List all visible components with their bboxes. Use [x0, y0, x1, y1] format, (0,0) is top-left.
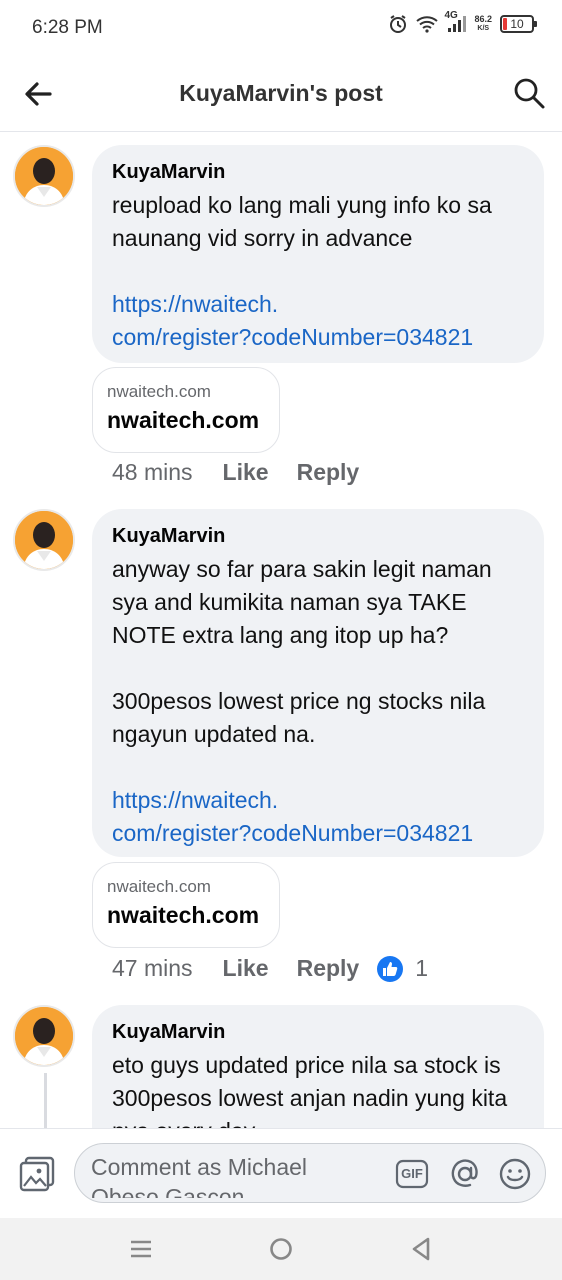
recent-apps-button[interactable] — [126, 1234, 156, 1264]
preview-title: nwaitech.com — [107, 407, 260, 433]
net-speed: 86.2 K/S — [474, 15, 492, 33]
emoji-button[interactable] — [497, 1156, 533, 1192]
alarm-icon — [388, 14, 408, 34]
menu-icon — [131, 1240, 151, 1258]
search-icon — [514, 78, 545, 109]
speed-unit: K/S — [477, 25, 490, 32]
comment-author[interactable]: KuyaMarvin — [112, 159, 524, 185]
comment-actions: 48 mins Like Reply — [112, 459, 387, 486]
reply-thread-line — [44, 1073, 47, 1128]
home-button[interactable] — [266, 1234, 296, 1264]
back-nav-button[interactable] — [406, 1234, 436, 1264]
link-preview[interactable]: nwaitech.com nwaitech.com — [92, 367, 280, 453]
battery-level: 10 — [510, 17, 524, 31]
comment-composer: Comment as Michael Obeso Gascon GIF — [0, 1128, 562, 1218]
preview-domain: nwaitech.com — [107, 382, 211, 401]
network-type: 4G — [444, 10, 458, 21]
reply-button[interactable]: Reply — [297, 955, 360, 982]
comment-placeholder[interactable]: Comment as Michael Obeso Gascon — [91, 1152, 381, 1198]
at-sign-icon — [451, 1159, 478, 1187]
status-bar: 6:28 PM 4G 86.2 K/S 10 — [0, 0, 562, 58]
comment-bubble[interactable]: KuyaMarvin anyway so far para sakin legi… — [92, 509, 544, 857]
speed-value: 86.2 — [474, 14, 492, 24]
like-button[interactable]: Like — [223, 459, 269, 486]
home-circle-icon — [270, 1238, 292, 1260]
comment-time[interactable]: 48 mins — [112, 459, 193, 486]
comment-input[interactable]: Comment as Michael Obeso Gascon GIF — [74, 1143, 546, 1203]
avatar[interactable] — [13, 145, 75, 207]
triangle-back-icon — [412, 1237, 430, 1261]
comment-text: reupload ko lang mali yung info ko sa na… — [112, 192, 499, 251]
comment-author[interactable]: KuyaMarvin — [112, 523, 524, 549]
avatar[interactable] — [13, 1005, 75, 1067]
status-time: 6:28 PM — [32, 17, 103, 38]
comment-link[interactable]: https://nwaitech. com/register?codeNumbe… — [112, 288, 524, 354]
signal-icon: 4G — [444, 10, 467, 34]
system-navigation-bar — [0, 1218, 562, 1280]
wifi-icon — [416, 15, 439, 33]
comment-link[interactable]: https://nwaitech. com/register?codeNumbe… — [112, 784, 524, 850]
photo-icon — [19, 1156, 55, 1192]
gif-label: GIF — [401, 1166, 423, 1181]
comment-bubble[interactable]: KuyaMarvin eto guys updated price nila s… — [92, 1005, 544, 1128]
preview-domain: nwaitech.com — [107, 877, 211, 896]
comment-time[interactable]: 47 mins — [112, 955, 193, 982]
comment-author[interactable]: KuyaMarvin — [112, 1019, 524, 1045]
preview-title: nwaitech.com — [107, 902, 260, 928]
mention-button[interactable] — [447, 1156, 483, 1192]
photo-button[interactable] — [18, 1155, 56, 1193]
header: KuyaMarvin's post — [0, 58, 562, 132]
reaction-count[interactable]: 1 — [415, 955, 428, 982]
battery-icon: 10 — [500, 15, 537, 33]
like-button[interactable]: Like — [223, 955, 269, 982]
status-icons: 4G 86.2 K/S 10 — [388, 10, 537, 34]
page-title: KuyaMarvin's post — [179, 80, 383, 106]
comments-feed[interactable]: KuyaMarvin reupload ko lang mali yung in… — [0, 133, 562, 1128]
comment-text: anyway so far para sakin legit naman sya… — [112, 556, 492, 747]
avatar[interactable] — [13, 509, 75, 571]
comment-actions: 47 mins Like Reply 1 — [112, 955, 428, 982]
gif-button[interactable]: GIF — [395, 1157, 429, 1191]
reply-button[interactable]: Reply — [297, 459, 360, 486]
smiley-icon — [499, 1158, 531, 1190]
comment-bubble[interactable]: KuyaMarvin reupload ko lang mali yung in… — [92, 145, 544, 363]
like-reaction-icon[interactable] — [377, 955, 404, 982]
search-button[interactable] — [512, 76, 546, 110]
link-preview[interactable]: nwaitech.com nwaitech.com — [92, 862, 280, 948]
comment-text: eto guys updated price nila sa stock is … — [112, 1052, 508, 1128]
